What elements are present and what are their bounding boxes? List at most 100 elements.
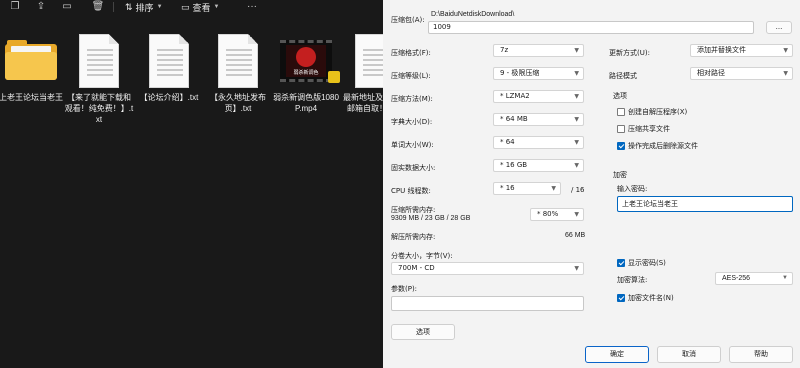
delete-icon[interactable]: 🗑	[91, 1, 105, 13]
checkbox-box-checked	[617, 294, 625, 302]
chevron-down-icon: ▼	[574, 162, 579, 169]
file-item-txt[interactable]: 【来了就能下载和观看！纯免费！】.txt	[64, 28, 134, 125]
parameters-input[interactable]	[391, 296, 584, 311]
format-select[interactable]: 7z ▼	[493, 44, 584, 57]
file-item-folder[interactable]: 上老王论坛当老王	[0, 28, 66, 103]
split-volume-select[interactable]: 700M - CD ▼	[391, 262, 584, 275]
archive-name-input[interactable]: 1009	[428, 21, 754, 34]
solid-size-select[interactable]: * 16 GB ▼	[493, 159, 584, 172]
media-badge-icon	[328, 71, 340, 83]
chevron-down-icon: ▼	[551, 185, 556, 192]
archive-path: D:\BaiduNetdiskDownload\	[431, 11, 515, 18]
solid-size-value: * 16 GB	[500, 161, 528, 169]
level-value: 9 - 极限压缩	[500, 69, 540, 77]
file-name: 上老王论坛当老王	[0, 93, 63, 102]
file-explorer: ❐ ⇪ ▭ 🗑 ⇅ 排序 ▼ ▭ 查看 ▼ ··· 上老王论坛当老王 【来了就能…	[0, 0, 383, 368]
memory-percent-value: * 80%	[537, 210, 559, 218]
help-button[interactable]: 帮助	[729, 346, 793, 363]
encryption-method-value: AES-256	[722, 275, 751, 282]
threads-select[interactable]: * 16 ▼	[493, 182, 561, 195]
text-file-icon	[355, 34, 383, 88]
view-button[interactable]: ▭ 查看 ▼	[181, 1, 219, 13]
rename-icon[interactable]: ▭	[60, 1, 74, 13]
dictionary-value: * 64 MB	[500, 115, 528, 123]
method-label: 压缩方法(M):	[391, 95, 433, 103]
chevron-down-icon: ▼	[156, 4, 163, 10]
password-label: 输入密码:	[617, 185, 648, 193]
show-password-checkbox[interactable]: 显示密码(S)	[617, 258, 666, 268]
more-icon[interactable]: ···	[245, 1, 259, 13]
toolbar-divider	[113, 2, 114, 12]
copy-icon[interactable]: ❐	[8, 1, 22, 13]
encrypt-names-checkbox[interactable]: 加密文件名(N)	[617, 293, 674, 303]
file-name: 【来了就能下载和观看！纯免费！】.txt	[64, 93, 134, 124]
dictionary-select[interactable]: * 64 MB ▼	[493, 113, 584, 126]
chevron-down-icon: ▼	[574, 93, 579, 100]
thumbnail-text: 弱杀新调色	[293, 70, 319, 76]
file-name: 【论坛介绍】.txt	[139, 93, 199, 102]
shared-files-checkbox[interactable]: 压缩共享文件	[617, 124, 670, 134]
word-size-select[interactable]: * 64 ▼	[493, 136, 584, 149]
split-volume-label: 分卷大小，字节(V):	[391, 252, 453, 260]
encryption-method-label: 加密算法:	[617, 276, 648, 284]
sort-icon: ⇅	[125, 1, 133, 12]
chevron-down-icon: ▼	[574, 139, 579, 146]
chevron-down-icon: ▼	[574, 211, 579, 218]
file-item-video[interactable]: 弱杀新调色 弱杀新调色版1080P.mp4	[271, 28, 341, 114]
memory-percent-select[interactable]: * 80% ▼	[530, 208, 584, 221]
text-file-icon	[149, 34, 189, 88]
browse-button[interactable]: ...	[766, 21, 792, 34]
level-select[interactable]: 9 - 极限压缩 ▼	[493, 67, 584, 80]
file-item-txt[interactable]: 【永久地址发布页】.txt	[203, 28, 273, 114]
file-item-txt[interactable]: 最新地址及邀请发邮箱自取！！！	[340, 28, 383, 114]
ok-button[interactable]: 确定	[585, 346, 649, 363]
format-value: 7z	[500, 46, 509, 54]
solid-size-label: 固实数据大小:	[391, 164, 436, 172]
folder-icon	[5, 40, 57, 80]
level-label: 压缩等级(L):	[391, 72, 431, 80]
sfx-checkbox[interactable]: 创建自解压程序(X)	[617, 107, 687, 117]
update-mode-label: 更新方式(U):	[609, 49, 650, 57]
file-name: 最新地址及邀请发邮箱自取！！！	[343, 93, 383, 113]
word-size-label: 单词大小(W):	[391, 141, 434, 149]
share-icon[interactable]: ⇪	[34, 1, 48, 13]
update-mode-select[interactable]: 添加并替换文件 ▼	[690, 44, 793, 57]
view-label: 查看	[192, 2, 211, 13]
path-mode-label: 路径模式	[609, 72, 637, 80]
show-password-label: 显示密码(S)	[628, 259, 666, 267]
chevron-down-icon: ▼	[574, 70, 579, 77]
password-input[interactable]: 上老王论坛当老王	[617, 196, 793, 212]
checkbox-box-checked	[617, 142, 625, 150]
sort-button[interactable]: ⇅ 排序 ▼	[125, 1, 163, 13]
method-value: * LZMA2	[500, 92, 530, 100]
file-name: 弱杀新调色版1080P.mp4	[273, 93, 339, 113]
delete-after-checkbox[interactable]: 操作完成后删除源文件	[617, 141, 698, 151]
format-label: 压缩格式(F):	[391, 49, 431, 57]
chevron-down-icon: ▼	[782, 275, 788, 281]
checkbox-box	[617, 125, 625, 133]
split-volume-value: 700M - CD	[398, 264, 435, 272]
options-group-title: 选项	[613, 92, 627, 100]
video-thumbnail: 弱杀新调色	[280, 40, 340, 83]
path-mode-select[interactable]: 相对路径 ▼	[690, 67, 793, 80]
chevron-down-icon: ▼	[574, 47, 579, 54]
chevron-down-icon: ▼	[783, 47, 788, 54]
chevron-down-icon: ▼	[574, 116, 579, 123]
decompress-memory-value: 66 MB	[565, 232, 586, 239]
file-name: 【永久地址发布页】.txt	[210, 93, 266, 113]
options-button[interactable]: 选项	[391, 324, 455, 340]
archive-label: 压缩包(A):	[391, 16, 425, 24]
encryption-method-select[interactable]: AES-256 ▼	[715, 272, 793, 285]
delete-after-label: 操作完成后删除源文件	[628, 142, 698, 150]
chevron-down-icon: ▼	[574, 265, 579, 272]
threads-max: / 16	[571, 186, 585, 194]
add-to-archive-dialog: 压缩包(A): D:\BaiduNetdiskDownload\ 1009 ..…	[383, 0, 800, 368]
method-select[interactable]: * LZMA2 ▼	[493, 90, 584, 103]
threads-label: CPU 线程数:	[391, 187, 431, 195]
parameters-label: 参数(P):	[391, 285, 418, 293]
explorer-toolbar: ❐ ⇪ ▭ 🗑 ⇅ 排序 ▼ ▭ 查看 ▼ ···	[0, 0, 383, 16]
checkbox-box	[617, 108, 625, 116]
cancel-button[interactable]: 取消	[657, 346, 721, 363]
file-item-txt[interactable]: 【论坛介绍】.txt	[134, 28, 204, 103]
text-file-icon	[218, 34, 258, 88]
